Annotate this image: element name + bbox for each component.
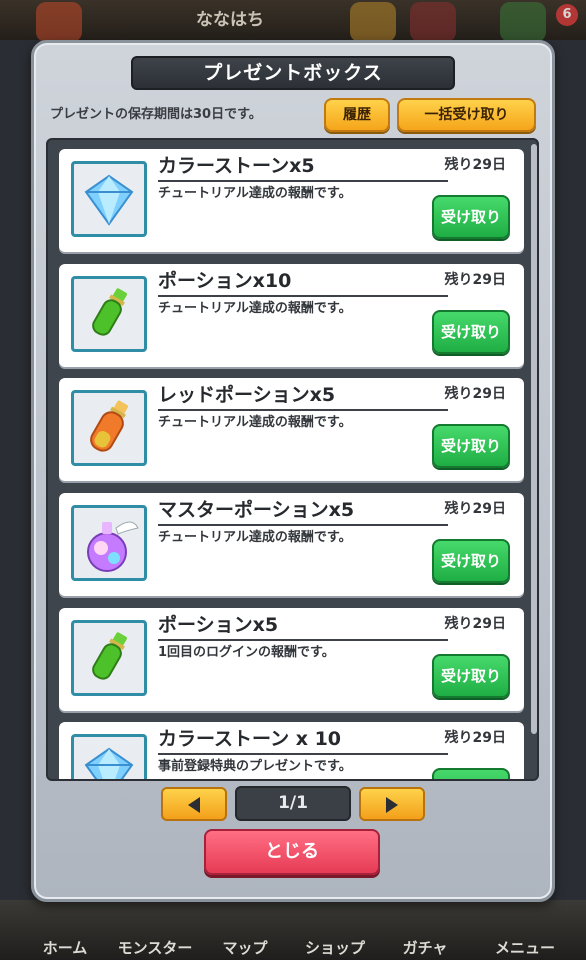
receive-button[interactable]: 受け取り [432, 424, 510, 468]
crown-icon [350, 2, 396, 42]
receive-button[interactable]: 受け取り [432, 768, 510, 779]
close-button[interactable]: とじる [204, 829, 380, 875]
diamond-icon [71, 734, 147, 779]
present-icon [500, 2, 546, 42]
nav-shop[interactable]: ショップ [286, 937, 384, 958]
item-name: ポーションx10 [158, 267, 448, 297]
receive-button[interactable]: 受け取り [432, 654, 510, 698]
receive-all-button[interactable]: 一括受け取り [397, 98, 536, 132]
green-potion-icon [71, 276, 147, 352]
arrow-right-icon [386, 797, 398, 813]
list-item: カラーストーン x 10 残り29日 事前登録特典のプレゼントです。 受け取り [59, 722, 524, 779]
modal-title: プレゼントボックス [131, 56, 455, 90]
scroll-icon [410, 2, 456, 42]
arrow-left-icon [188, 797, 200, 813]
item-name: カラーストーン x 10 [158, 725, 448, 755]
nav-gacha[interactable]: ガチャ [376, 937, 474, 958]
nav-home[interactable]: ホーム [16, 937, 114, 958]
list-item: レッドポーションx5 残り29日 チュートリアル達成の報酬です。 受け取り [59, 378, 524, 481]
red-potion-icon [71, 390, 147, 466]
remaining-days: 残り29日 [444, 272, 506, 288]
list-clip: カラーストーン x 10 残り29日 事前登録特典のプレゼントです。 受け取り [48, 722, 537, 779]
list-scrollbar[interactable] [531, 144, 537, 734]
prev-page-button[interactable] [161, 787, 227, 821]
remaining-days: 残り29日 [444, 157, 506, 173]
master-potion-icon [71, 505, 147, 581]
remaining-days: 残り29日 [444, 730, 506, 746]
next-page-button[interactable] [359, 787, 425, 821]
page-indicator: 1/1 [235, 786, 351, 821]
notification-badge: 6 [556, 4, 578, 26]
player-name: ななはち [196, 10, 264, 30]
list-item: カラーストーンx5 残り29日 チュートリアル達成の報酬です。 受け取り [59, 149, 524, 252]
remaining-days: 残り29日 [444, 616, 506, 632]
diamond-icon [71, 161, 147, 237]
list-item: マスターポーションx5 残り29日 チュートリアル達成の報酬です。 受け取り [59, 493, 524, 596]
list-item: ポーションx10 残り29日 チュートリアル達成の報酬です。 受け取り [59, 264, 524, 367]
item-description: 1回目のログインの報酬です。 [158, 645, 335, 660]
item-description: チュートリアル達成の報酬です。 [158, 415, 352, 430]
remaining-days: 残り29日 [444, 386, 506, 402]
item-description: チュートリアル達成の報酬です。 [158, 301, 352, 316]
item-name: レッドポーションx5 [158, 381, 448, 411]
nav-map[interactable]: マップ [196, 937, 294, 958]
item-name: カラーストーンx5 [158, 152, 448, 182]
item-description: 事前登録特典のプレゼントです。 [158, 759, 352, 774]
item-name: マスターポーションx5 [158, 496, 448, 526]
list-item: ポーションx5 残り29日 1回目のログインの報酬です。 受け取り [59, 608, 524, 711]
remaining-days: 残り29日 [444, 501, 506, 517]
green-potion-icon [71, 620, 147, 696]
history-button[interactable]: 履歴 [324, 98, 390, 132]
item-name: ポーションx5 [158, 611, 448, 641]
receive-button[interactable]: 受け取り [432, 539, 510, 583]
nav-menu[interactable]: メニュー [476, 937, 574, 958]
receive-button[interactable]: 受け取り [432, 310, 510, 354]
receive-button[interactable]: 受け取り [432, 195, 510, 239]
storage-note: プレゼントの保存期間は30日です。 [50, 107, 262, 122]
item-description: チュートリアル達成の報酬です。 [158, 530, 352, 545]
player-emblem-icon [36, 2, 82, 42]
item-description: チュートリアル達成の報酬です。 [158, 186, 352, 201]
nav-monster[interactable]: モンスター [106, 937, 204, 958]
